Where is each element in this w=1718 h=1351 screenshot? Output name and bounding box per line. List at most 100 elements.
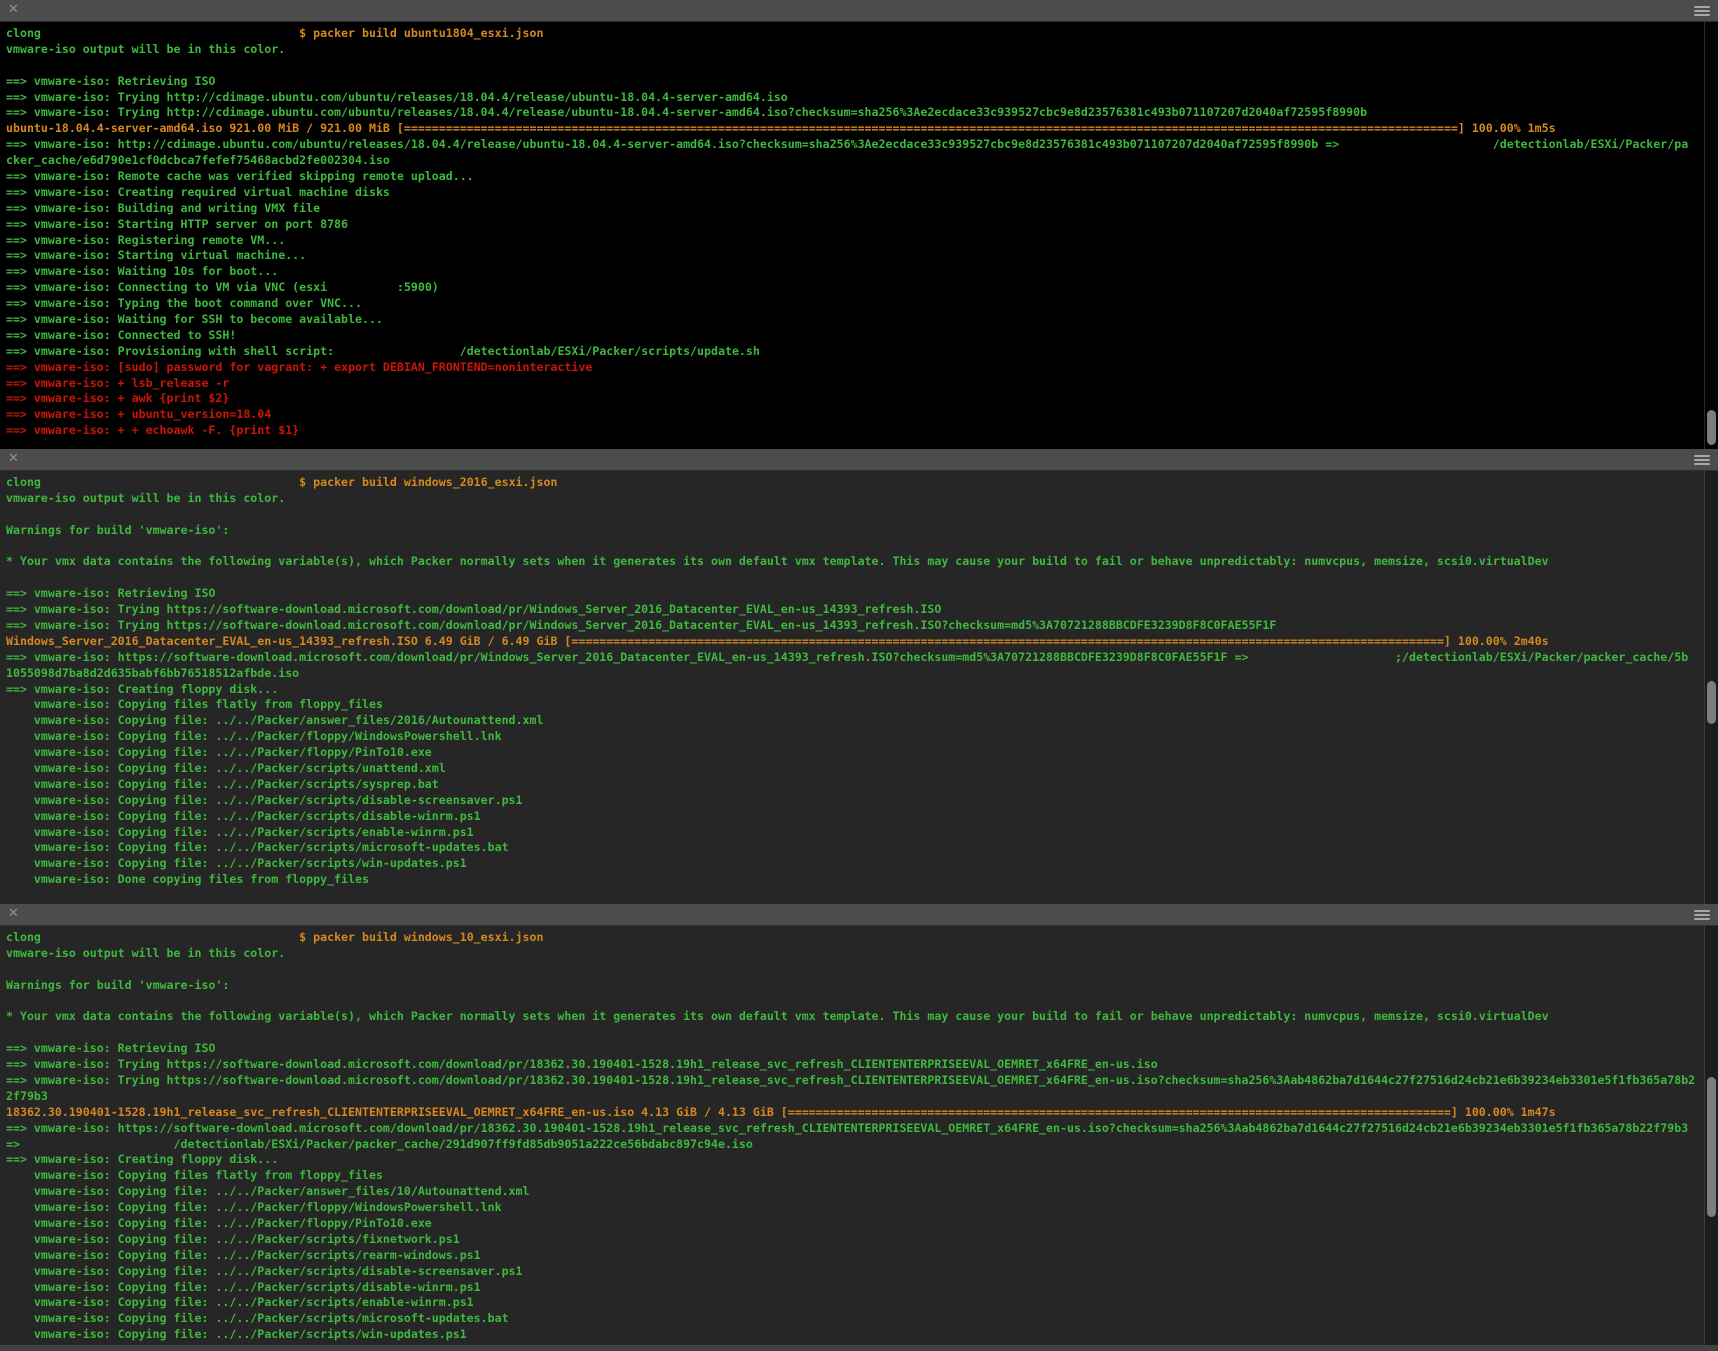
terminal-line: vmware-iso: Copying file: ../../Packer/s… xyxy=(6,1327,1700,1343)
terminal-line: ==> vmware-iso: Registering remote VM... xyxy=(6,233,1700,249)
terminal-line: vmware-iso: Copying file: ../../Packer/f… xyxy=(6,1200,1700,1216)
text-segment: Windows_Server_2016_Datacenter_EVAL_en-u… xyxy=(6,634,571,648)
text-segment: ==> vmware-iso: Starting HTTP server on … xyxy=(6,217,348,231)
terminal-line: ==> vmware-iso: Creating required virtua… xyxy=(6,185,1700,201)
terminal-line: ==> vmware-iso: Connecting to VM via VNC… xyxy=(6,280,1700,296)
close-icon[interactable]: ✕ xyxy=(8,906,19,921)
text-segment: ==> vmware-iso: [sudo] password for vagr… xyxy=(6,360,592,374)
terminal-line: ==> vmware-iso: Retrieving ISO xyxy=(6,586,1700,602)
text-segment: Warnings for build 'vmware-iso': xyxy=(6,523,229,537)
scrollbar-thumb[interactable] xyxy=(1707,1077,1716,1217)
scrollbar-track[interactable] xyxy=(1704,926,1718,1345)
text-segment xyxy=(41,26,299,40)
text-segment: ========================================… xyxy=(404,121,1458,135)
text-segment: :5900) xyxy=(397,280,439,294)
text-segment: $ packer build windows_10_esxi.json xyxy=(299,930,543,944)
terminal-line: vmware-iso: Copying file: ../../Packer/s… xyxy=(6,856,1700,872)
terminal-line: ==> vmware-iso: [sudo] password for vagr… xyxy=(6,360,1700,376)
terminal-line: ==> vmware-iso: Trying https://software-… xyxy=(6,1073,1700,1089)
pane-titlebar[interactable]: ✕ xyxy=(0,0,1718,22)
text-segment xyxy=(327,280,397,294)
text-segment: ==> vmware-iso: Typing the boot command … xyxy=(6,296,362,310)
scrollbar-thumb[interactable] xyxy=(1707,410,1716,445)
terminal-line: vmware-iso: Copying file: ../../Packer/s… xyxy=(6,1264,1700,1280)
text-segment: vmware-iso: Copying file: ../../Packer/s… xyxy=(6,1327,467,1341)
terminal-line: Windows_Server_2016_Datacenter_EVAL_en-u… xyxy=(6,634,1700,650)
text-segment xyxy=(20,1137,174,1151)
text-segment: vmware-iso output will be in this color. xyxy=(6,42,285,56)
text-segment: ==> vmware-iso: + awk {print $2} xyxy=(6,391,229,405)
text-segment: ==> vmware-iso: Registering remote VM... xyxy=(6,233,285,247)
text-segment: vmware-iso output will be in this color. xyxy=(6,491,285,505)
text-segment: vmware-iso: Copying file: ../../Packer/s… xyxy=(6,1280,481,1294)
terminal-line: => /detectionlab/ESXi/Packer/packer_cach… xyxy=(6,1137,1700,1153)
text-segment: ==> vmware-iso: Creating floppy disk... xyxy=(6,682,278,696)
text-segment: 2f79b3 xyxy=(6,1089,48,1103)
terminal-line: vmware-iso: Copying file: ../../Packer/s… xyxy=(6,777,1700,793)
close-icon[interactable]: ✕ xyxy=(8,451,19,466)
terminal-line: ==> vmware-iso: Creating floppy disk... xyxy=(6,1152,1700,1168)
text-segment: ==> vmware-iso: Provisioning with shell … xyxy=(6,344,341,358)
text-segment: ubuntu-18.04.4-server-amd64.iso 921.00 M… xyxy=(6,121,404,135)
terminal-line: clong $ packer build windows_10_esxi.jso… xyxy=(6,930,1700,946)
terminal-line: ==> vmware-iso: Starting virtual machine… xyxy=(6,248,1700,264)
terminal-output[interactable]: clong $ packer build windows_2016_esxi.j… xyxy=(0,471,1718,904)
text-segment: /detectionlab/ESXi/Packer/scripts/update… xyxy=(460,344,760,358)
scrollbar-track[interactable] xyxy=(1704,22,1718,449)
terminal-line: ==> vmware-iso: + ubuntu_version=18.04 xyxy=(6,407,1700,423)
text-segment xyxy=(41,475,299,489)
text-segment: ] 100.00% 1m47s xyxy=(1451,1105,1556,1119)
terminal-line: vmware-iso output will be in this color. xyxy=(6,491,1700,507)
terminal-output[interactable]: clong $ packer build ubuntu1804_esxi.jso… xyxy=(0,22,1718,449)
text-segment: * Your vmx data contains the following v… xyxy=(6,554,1549,568)
terminal-line: ==> vmware-iso: Connected to SSH! xyxy=(6,328,1700,344)
scrollbar-track[interactable] xyxy=(1704,471,1718,904)
text-segment: vmware-iso: Copying file: ../../Packer/f… xyxy=(6,1200,502,1214)
terminal-line: ==> vmware-iso: Trying http://cdimage.ub… xyxy=(6,105,1700,121)
terminal-line: vmware-iso: Done copying files from flop… xyxy=(6,872,1700,888)
terminal-line: vmware-iso: Copying files flatly from fl… xyxy=(6,1168,1700,1184)
text-segment: ==> vmware-iso: + lsb_release -r xyxy=(6,376,229,390)
hamburger-menu-icon[interactable] xyxy=(1694,910,1710,920)
scrollbar-thumb[interactable] xyxy=(1707,681,1716,724)
text-segment: ========================================… xyxy=(788,1105,1451,1119)
terminal-line: vmware-iso: Copying file: ../../Packer/s… xyxy=(6,809,1700,825)
terminal-line: ==> vmware-iso: + + echoawk -F. {print $… xyxy=(6,423,1700,439)
terminal-line: vmware-iso output will be in this color. xyxy=(6,42,1700,58)
text-segment: vmware-iso: Copying file: ../../Packer/s… xyxy=(6,1295,474,1309)
terminal-line: vmware-iso: Copying file: ../../Packer/s… xyxy=(6,1232,1700,1248)
text-segment: ==> vmware-iso: Connected to SSH! xyxy=(6,328,236,342)
hamburger-menu-icon[interactable] xyxy=(1694,455,1710,465)
text-segment xyxy=(1248,650,1395,664)
terminal-line: ==> vmware-iso: https://software-downloa… xyxy=(6,1121,1700,1137)
terminal-pane-windows2016: ✕ clong $ packer build windows_2016_esxi… xyxy=(0,449,1718,904)
terminal-line: ==> vmware-iso: Trying https://software-… xyxy=(6,1057,1700,1073)
text-segment: vmware-iso: Copying file: ../../Packer/s… xyxy=(6,761,446,775)
text-segment xyxy=(41,930,299,944)
text-segment: vmware-iso: Copying files flatly from fl… xyxy=(6,697,383,711)
text-segment: ] 100.00% 1m5s xyxy=(1458,121,1556,135)
text-segment xyxy=(1339,137,1493,151)
terminal-line: clong $ packer build windows_2016_esxi.j… xyxy=(6,475,1700,491)
terminal-line: vmware-iso: Copying file: ../../Packer/f… xyxy=(6,1216,1700,1232)
pane-titlebar[interactable]: ✕ xyxy=(0,449,1718,471)
text-segment: vmware-iso: Copying file: ../../Packer/s… xyxy=(6,1311,509,1325)
text-segment: vmware-iso: Done copying files from flop… xyxy=(6,872,369,886)
terminal-line xyxy=(6,539,1700,555)
text-segment: clong xyxy=(6,930,41,944)
hamburger-menu-icon[interactable] xyxy=(1694,6,1710,16)
text-segment: ==> vmware-iso: + + echoawk -F. {print $… xyxy=(6,423,299,437)
text-segment: cker_cache/e6d790e1cf0dcbca7fefef75468ac… xyxy=(6,153,390,167)
text-segment: ==> vmware-iso: Trying https://software-… xyxy=(6,1073,1695,1087)
text-segment: vmware-iso: Copying file: ../../Packer/s… xyxy=(6,777,439,791)
pane-titlebar[interactable]: ✕ xyxy=(0,904,1718,926)
terminal-line: 2f79b3 xyxy=(6,1089,1700,1105)
terminal-line: vmware-iso: Copying file: ../../Packer/s… xyxy=(6,1248,1700,1264)
terminal-line: ==> vmware-iso: Waiting 10s for boot... xyxy=(6,264,1700,280)
close-icon[interactable]: ✕ xyxy=(8,2,19,17)
text-segment: /detectionlab/ESXi/Packer/packer_cache/2… xyxy=(174,1137,753,1151)
terminal-output[interactable]: clong $ packer build windows_10_esxi.jso… xyxy=(0,926,1718,1345)
text-segment: vmware-iso: Copying file: ../../Packer/s… xyxy=(6,809,481,823)
text-segment: clong xyxy=(6,26,41,40)
terminal-line: vmware-iso: Copying file: ../../Packer/s… xyxy=(6,793,1700,809)
